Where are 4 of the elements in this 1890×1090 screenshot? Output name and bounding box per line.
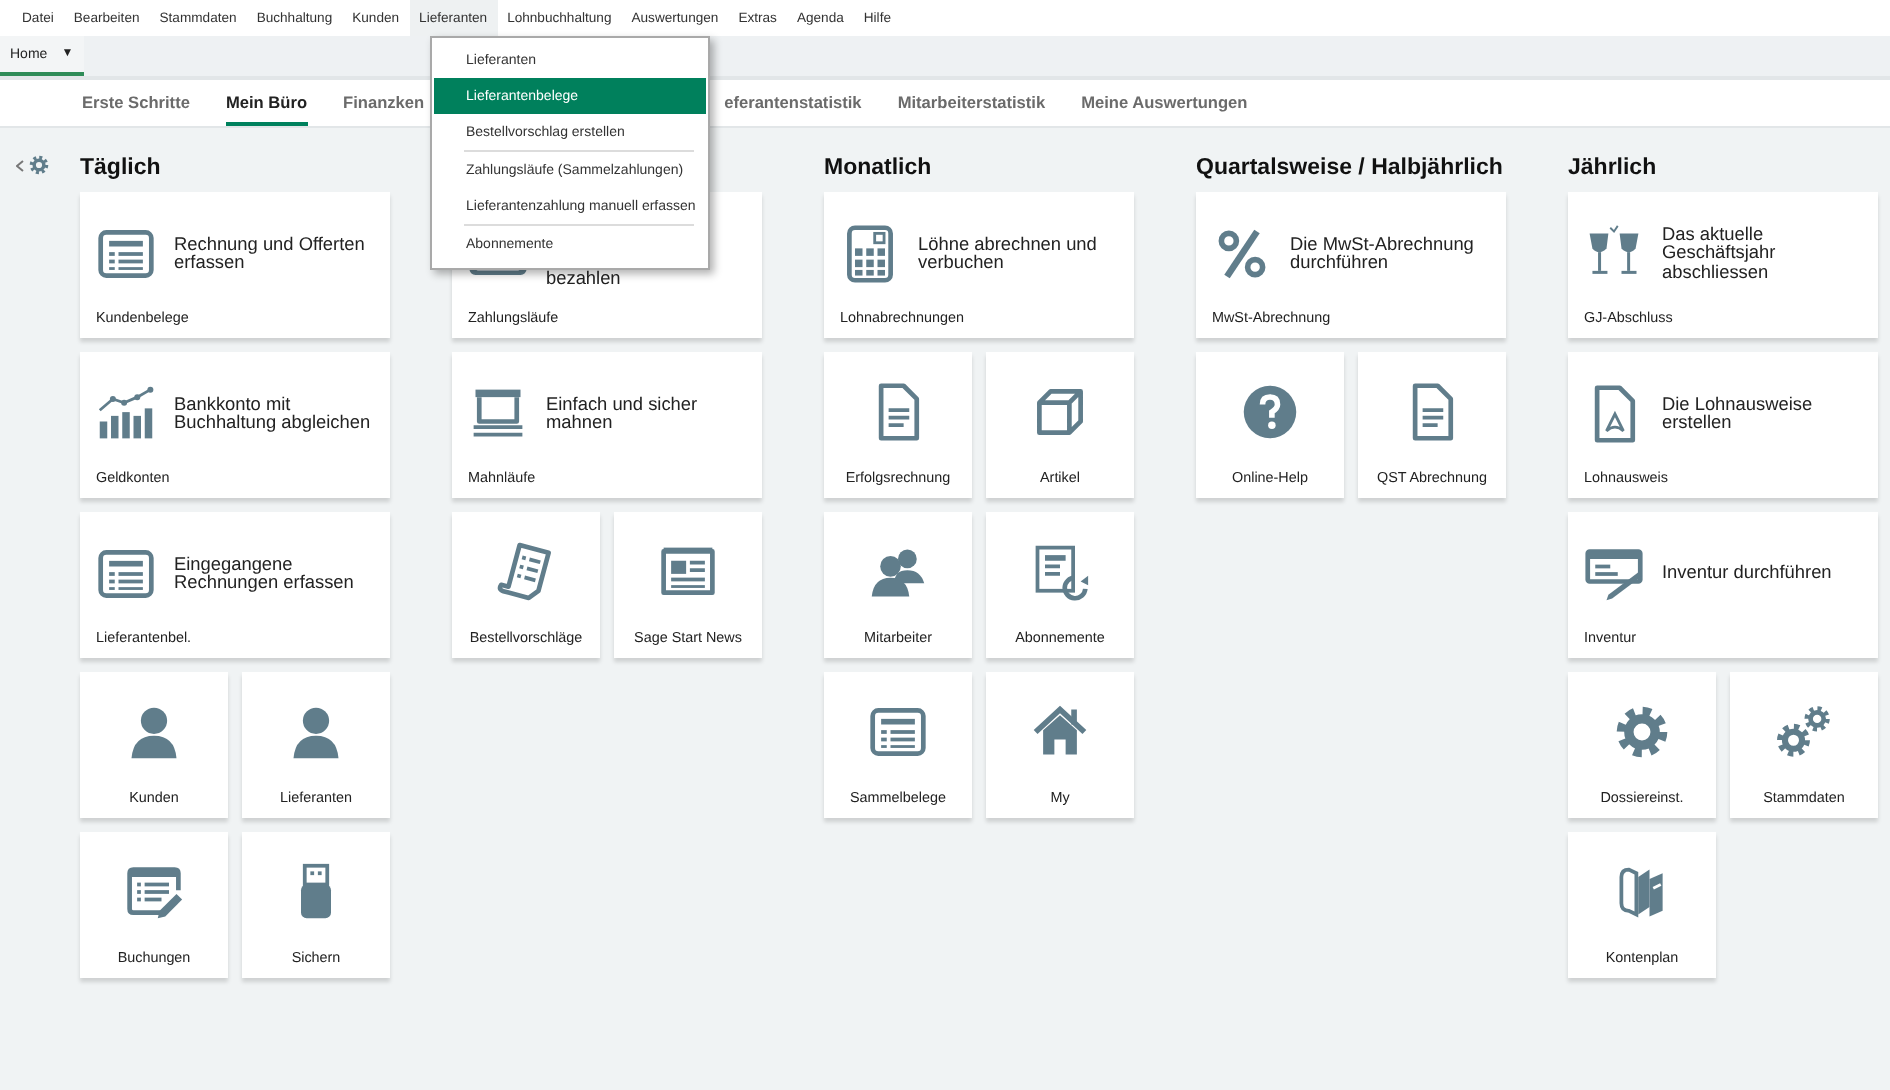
section-heading: Jährlich xyxy=(1568,154,1659,184)
section-heading: Quartalsweise / Halbjährlich xyxy=(1196,154,1505,184)
section-heading: Monatlich xyxy=(824,154,934,184)
section-heading: Täglich xyxy=(80,154,163,184)
